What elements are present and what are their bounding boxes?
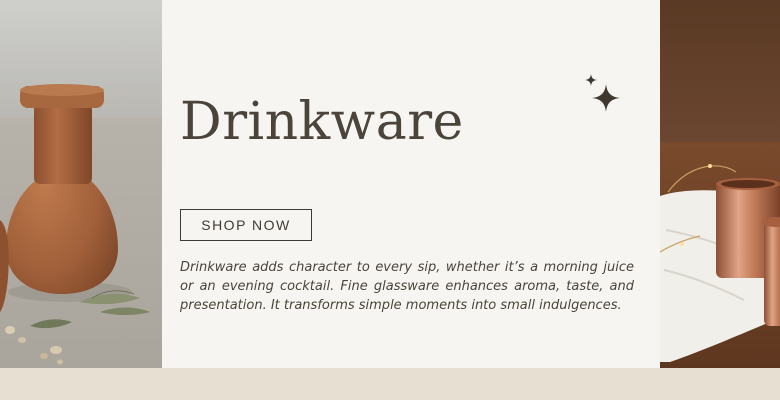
terracotta-bottle-photo xyxy=(0,0,162,368)
footer-strip xyxy=(0,368,780,400)
content-panel: Drinkware SHOP NOW Drinkware adds charac… xyxy=(162,0,660,368)
headline: Drinkware xyxy=(180,92,464,152)
sparkle-icon xyxy=(585,74,620,112)
description-text: Drinkware adds character to every sip, w… xyxy=(180,260,634,313)
copper-mugs-photo xyxy=(660,0,780,368)
drinkware-banner: Drinkware SHOP NOW Drinkware adds charac… xyxy=(0,0,780,368)
shop-now-button[interactable]: SHOP NOW xyxy=(180,209,312,241)
